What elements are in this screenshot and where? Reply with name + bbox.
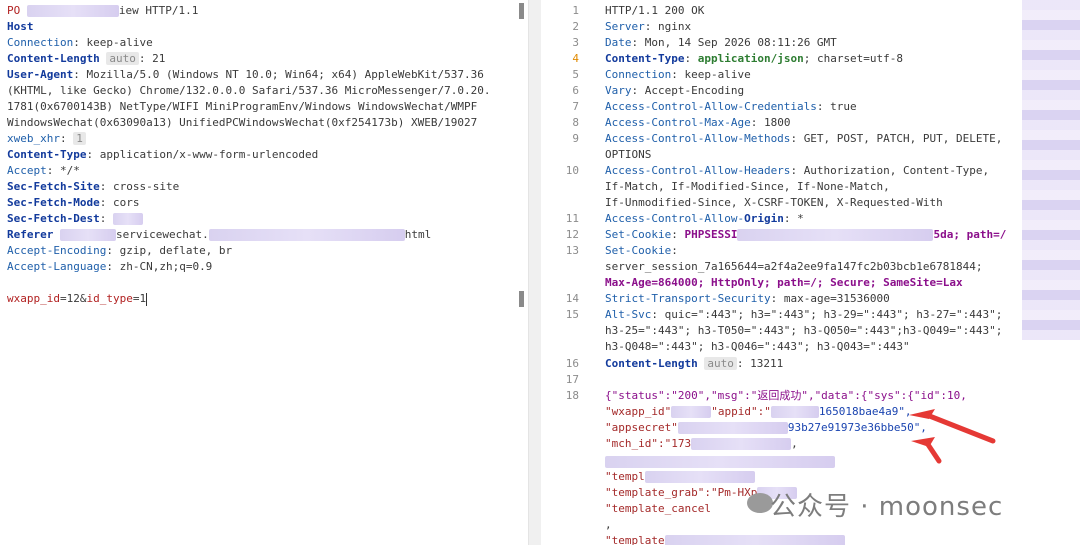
user-agent-line-2: (KHTML, like Gecko) Chrome/132.0.0.0 Saf… — [7, 84, 491, 97]
line-number: 7 — [572, 100, 579, 113]
request-line: PO iew HTTP/1.1 — [7, 4, 199, 17]
line-number: 1 — [572, 4, 579, 17]
sec-fetch-site-line: Sec-Fetch-Site: cross-site — [7, 180, 180, 193]
content-type-line: Content-Type: application/x-www-form-url… — [7, 148, 319, 161]
set-cookie-line-2: Set-Cookie: — [605, 244, 678, 257]
host-line: Host — [7, 20, 34, 33]
line-number: 12 — [565, 228, 579, 241]
line-number: 10 — [565, 164, 579, 177]
line-number: 13 — [565, 244, 579, 257]
acah-line-2: If-Match, If-Modified-Since, If-None-Mat… — [605, 180, 890, 193]
pane-divider[interactable] — [529, 0, 541, 545]
acac-line: Access-Control-Allow-Credentials: true — [605, 100, 857, 113]
json-line-2: "wxapp_id" "appid":" 165018bae4a9", — [605, 405, 912, 418]
line-number: 8 — [572, 116, 579, 129]
line-number: 17 — [565, 373, 579, 386]
line-number: 2 — [572, 20, 579, 33]
request-editor[interactable]: PO iew HTTP/1.1 Host Connection: keep-al… — [0, 0, 529, 545]
line-number: 3 — [572, 36, 579, 49]
set-cookie-attrs: Max-Age=864000; HttpOnly; path=/; Secure… — [605, 276, 963, 289]
acam-line-2: OPTIONS — [605, 148, 652, 161]
xweb-line: xweb_xhr: 1 — [7, 131, 86, 147]
accept-line: Accept: */* — [7, 164, 80, 177]
json-line-4: "mch_id":"173, — [605, 437, 798, 450]
scrollbar-thumb-lower[interactable] — [519, 291, 524, 307]
acah-line-3: If-Unmodified-Since, X-CSRF-TOKEN, X-Req… — [605, 196, 943, 209]
alt-svc-line: Alt-Svc: quic=":443"; h3=":443"; h3-29="… — [605, 308, 1003, 321]
redaction-mosaic — [1022, 0, 1080, 340]
json-line-6: "templ — [605, 469, 755, 485]
json-line-3: "appsecret" 93b27e91973e36bbe50", — [605, 421, 927, 434]
content-type-line: Content-Type: application/json; charset=… — [605, 52, 904, 65]
text-cursor — [146, 292, 148, 306]
set-cookie-line: Set-Cookie: PHPSESSI 5da; path=/ — [605, 228, 1007, 241]
line-number: 15 — [565, 308, 579, 321]
watermark: 公众号 · moonsec — [770, 492, 1004, 522]
content-length-line: Content-Length auto: 21 — [7, 52, 166, 65]
connection-line: Connection: keep-alive — [605, 68, 751, 81]
content-length-line: Content-Length auto: 13211 — [605, 357, 784, 370]
json-line-8: "template_cancel — [605, 502, 711, 515]
server-line: Server: nginx — [605, 20, 692, 33]
json-line-1: {"status":"200","msg":"返回成功","data":{"sy… — [605, 389, 967, 402]
line-number: 18 — [565, 389, 579, 402]
alt-svc-line-2: h3-25=":443"; h3-T050=":443"; h3-Q050=":… — [605, 324, 1003, 337]
date-line: Date: Mon, 14 Sep 2026 08:11:26 GMT — [605, 36, 837, 49]
alt-svc-line-3: h3-Q048=":443"; h3-Q046=":443"; h3-Q043=… — [605, 340, 910, 353]
acma-line: Access-Control-Max-Age: 1800 — [605, 116, 791, 129]
status-line: HTTP/1.1 200 OK — [605, 4, 705, 17]
line-number: 16 — [565, 357, 579, 370]
json-line-5 — [605, 454, 835, 470]
line-number: 4 — [572, 52, 579, 65]
sec-fetch-mode-line: Sec-Fetch-Mode: cors — [7, 196, 140, 209]
line-number: 14 — [565, 292, 579, 305]
user-agent-line-4: WindowsWechat(0x63090a13) UnifiedPCWindo… — [7, 116, 478, 129]
line-number: 11 — [565, 212, 579, 225]
auto-badge[interactable]: auto — [106, 52, 139, 65]
json-line-9: , — [605, 518, 612, 531]
sts-line: Strict-Transport-Security: max-age=31536… — [605, 292, 890, 305]
accept-language-line: Accept-Language: zh-CN,zh;q=0.9 — [7, 260, 213, 273]
set-cookie-value: server_session_7a165644=a2f4a2ee9fa147fc… — [605, 260, 983, 273]
sec-fetch-dest-line: Sec-Fetch-Dest: — [7, 211, 143, 227]
user-agent-line: User-Agent: Mozilla/5.0 (Windows NT 10.0… — [7, 68, 484, 81]
connection-line: Connection: keep-alive — [7, 36, 153, 49]
json-line-10: "template — [605, 533, 845, 545]
line-number: 5 — [572, 68, 579, 81]
accept-encoding-line: Accept-Encoding: gzip, deflate, br — [7, 244, 233, 257]
referer-line: Referer servicewechat. html — [7, 228, 432, 241]
annotation-arrow-icon — [909, 409, 996, 464]
acam-line: Access-Control-Allow-Methods: GET, POST,… — [605, 132, 1003, 145]
line-number: 9 — [572, 132, 579, 145]
scrollbar-thumb[interactable] — [519, 3, 524, 19]
acao-line: Access-Control-Allow-Origin: * — [605, 212, 804, 225]
vary-line: Vary: Accept-Encoding — [605, 84, 745, 97]
line-number: 6 — [572, 84, 579, 97]
request-body[interactable]: wxapp_id=12&id_type=1 — [7, 291, 148, 307]
user-agent-line-3: 1781(0x6700143B) NetType/WIFI MiniProgra… — [7, 100, 478, 113]
acah-line: Access-Control-Allow-Headers: Authorizat… — [605, 164, 990, 177]
